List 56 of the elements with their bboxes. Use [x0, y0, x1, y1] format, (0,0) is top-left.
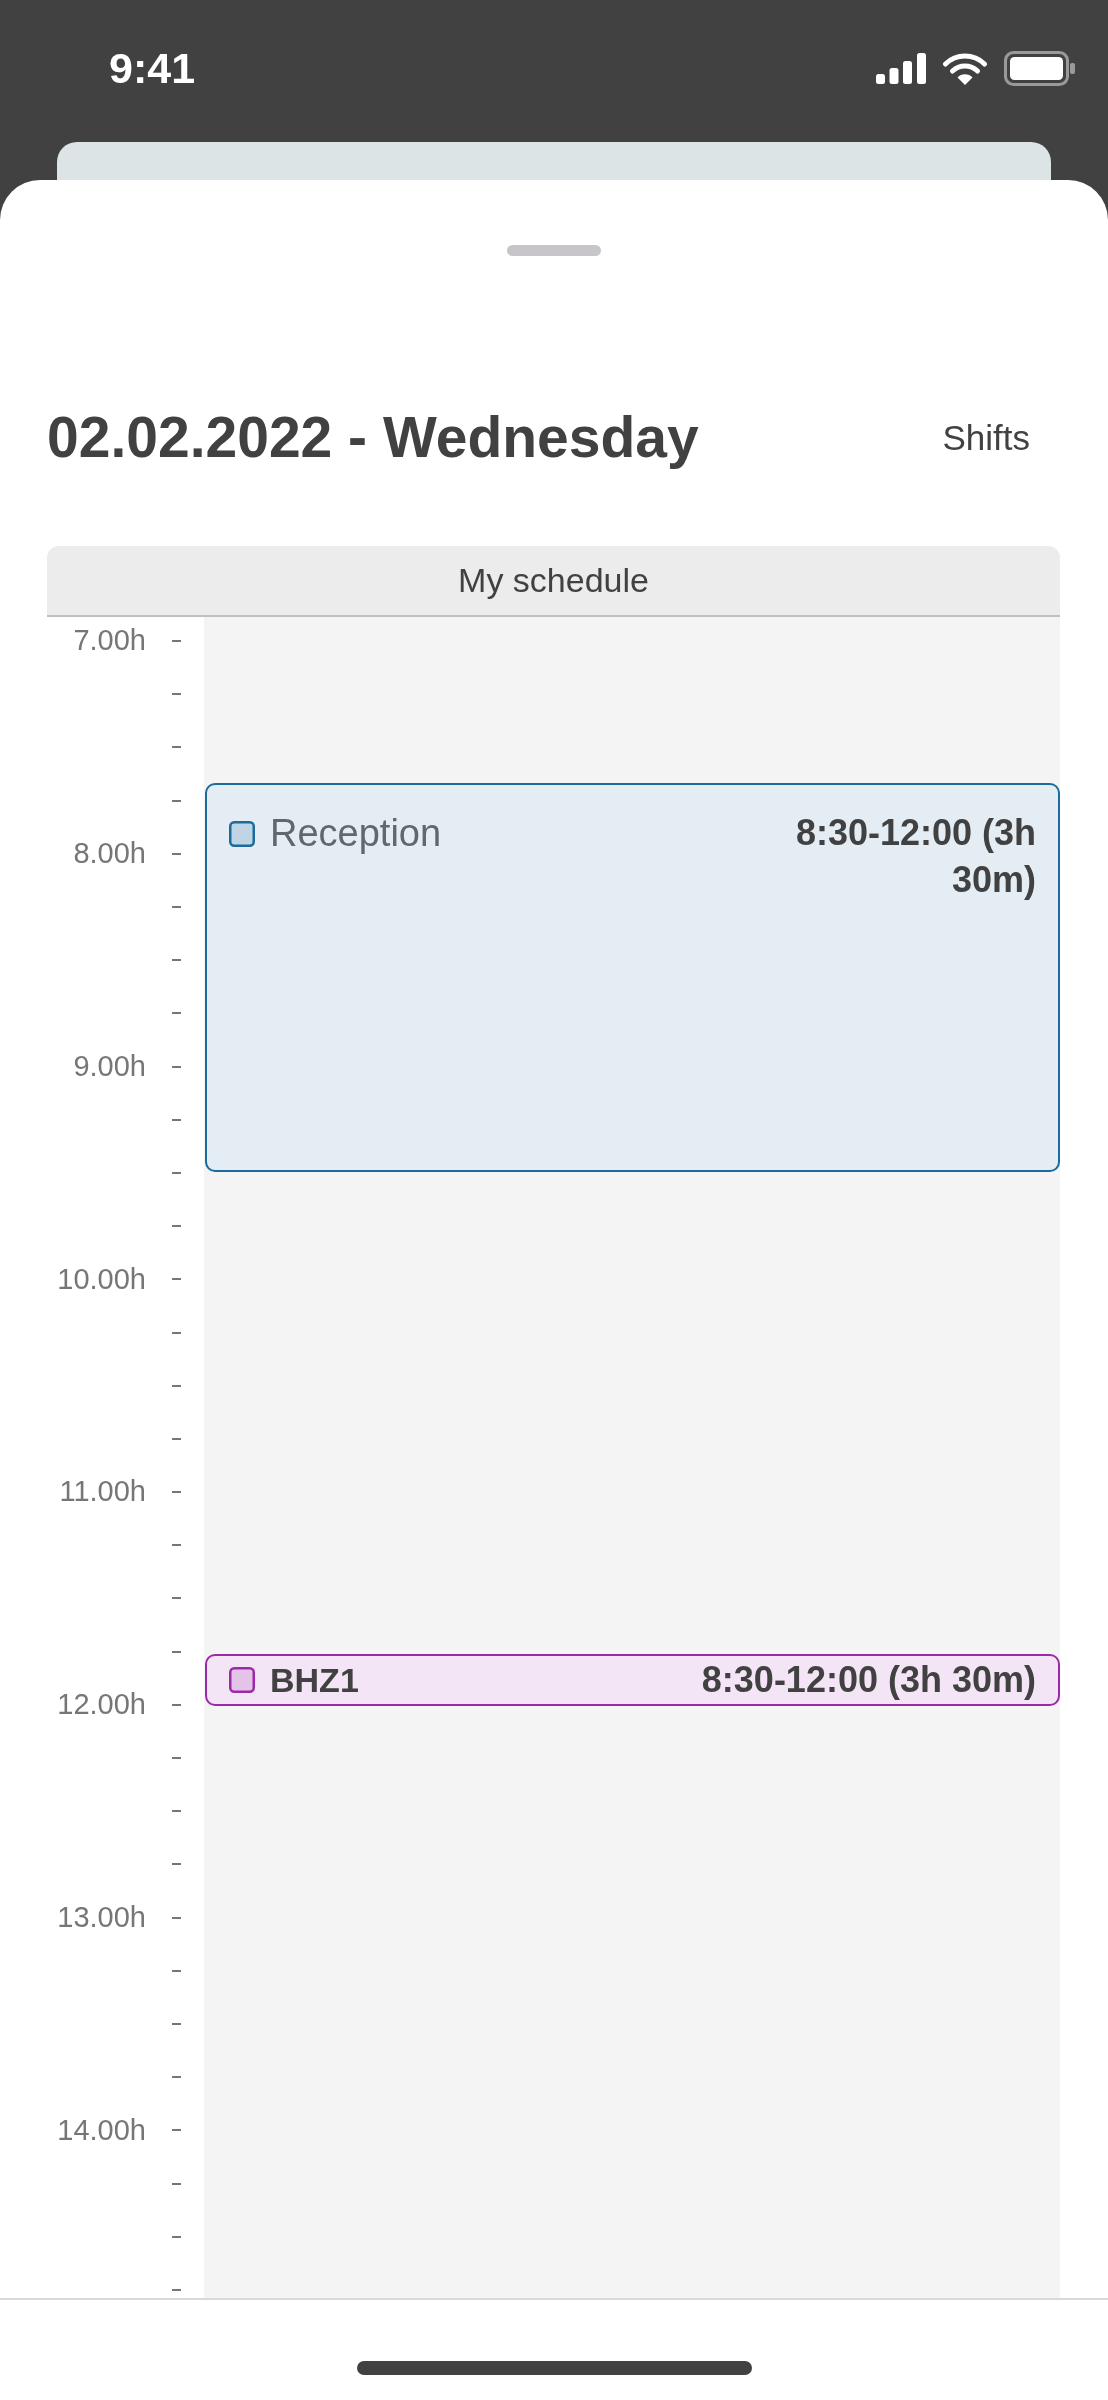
- schedule-header: My schedule: [47, 546, 1060, 617]
- tick-mark: [172, 1384, 181, 1387]
- shift-card[interactable]: BHZ1 8:30-12:00 (3h 30m): [205, 1654, 1060, 1706]
- tick-mark: [172, 1544, 181, 1547]
- tick-mark: [172, 1225, 181, 1228]
- signal-icon: [876, 52, 926, 84]
- tick-mark: [172, 1863, 181, 1866]
- date-title: 02.02.2022 - Wednesday: [47, 404, 699, 471]
- tick-mark: [172, 1650, 181, 1653]
- tick-mark: [172, 1012, 181, 1015]
- tick-mark: [172, 2288, 181, 2291]
- battery-icon: [1004, 50, 1075, 86]
- status-time: 9:41: [109, 46, 196, 90]
- wifi-icon: [942, 51, 988, 85]
- tick-mark: [172, 1491, 181, 1494]
- time-label: 12.00h: [57, 1688, 146, 1721]
- time-label: 8.00h: [73, 837, 146, 870]
- tick-mark: [172, 1278, 181, 1281]
- tick-mark: [172, 2182, 181, 2185]
- tick-mark: [172, 2235, 181, 2238]
- tick-mark: [172, 1703, 181, 1706]
- tick-mark: [172, 746, 181, 749]
- tick-mark: [172, 1757, 181, 1760]
- color-swatch-icon: [229, 820, 255, 847]
- tick-mark: [172, 1331, 181, 1334]
- time-label: 10.00h: [57, 1262, 146, 1295]
- tick-mark: [172, 1969, 181, 1972]
- tick-mark: [172, 1171, 181, 1174]
- tick-mark: [172, 1810, 181, 1813]
- tick-mark: [172, 906, 181, 909]
- tick-mark: [172, 959, 181, 962]
- time-label: 11.00h: [59, 1475, 146, 1508]
- tick-mark: [172, 1437, 181, 1440]
- tick-mark: [172, 1597, 181, 1600]
- drag-handle[interactable]: [507, 245, 601, 256]
- tick-mark: [172, 799, 181, 802]
- tick-mark: [172, 852, 181, 855]
- tick-mark: [172, 2076, 181, 2079]
- shift-time: 8:30-12:00 (3h 30m): [794, 811, 1036, 902]
- tick-mark: [172, 2022, 181, 2025]
- tick-mark: [172, 1118, 181, 1121]
- tick-mark: [172, 2129, 181, 2132]
- tick-mark: [172, 1916, 181, 1919]
- tick-mark: [172, 640, 181, 643]
- shift-card[interactable]: Reception 8:30-12:00 (3h 30m): [205, 783, 1060, 1172]
- tick-mark: [172, 1065, 181, 1068]
- time-label: 13.00h: [57, 1900, 146, 1933]
- shifts-button[interactable]: Shifts: [942, 416, 1030, 459]
- shift-time: 8:30-12:00 (3h 30m): [701, 1658, 1036, 1702]
- tick-mark: [172, 693, 181, 696]
- time-label: 7.00h: [73, 624, 146, 657]
- time-label: 14.00h: [57, 2113, 146, 2146]
- time-label: 9.00h: [73, 1049, 146, 1082]
- shift-name: Reception: [270, 811, 442, 856]
- shift-name: BHZ1: [270, 1659, 359, 1701]
- color-swatch-icon: [229, 1667, 255, 1693]
